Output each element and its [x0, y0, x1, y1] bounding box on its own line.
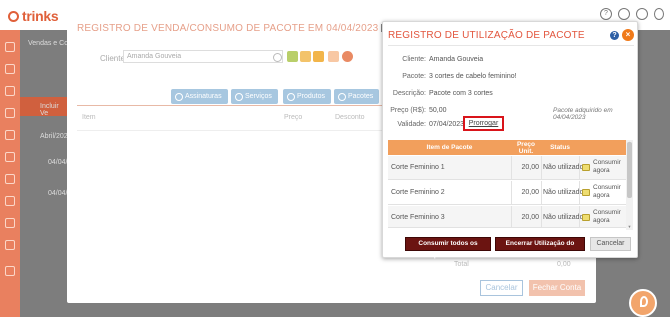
header-status: Status: [550, 144, 570, 151]
sidebar-cash-icon[interactable]: [5, 152, 15, 162]
column-discount: Desconto: [335, 114, 365, 121]
row-status: Não utilizado: [543, 214, 584, 221]
row-item: Corte Feminino 3: [391, 214, 445, 221]
sale-modal-title-text: REGISTRO DE VENDA/CONSUMO DE PACOTE EM 0…: [77, 23, 379, 34]
column-price: Preço: [284, 114, 303, 121]
validity-value: 07/04/2023: [429, 121, 465, 128]
brand-logo[interactable]: trinks: [8, 8, 59, 24]
sidebar-settings-icon[interactable]: [5, 174, 15, 184]
tab-divider: [77, 105, 397, 106]
sidebar-clients-icon[interactable]: [5, 86, 15, 96]
help-icon[interactable]: ?: [610, 31, 619, 40]
sidebar-team-icon[interactable]: [5, 218, 15, 228]
header-unit-price: Preço Unit.: [511, 140, 541, 155]
sidebar-calendar-icon[interactable]: [5, 64, 15, 74]
table-row: Corte Feminino 3 20,00 Não utilizado Con…: [388, 206, 628, 228]
package-items-header: Item de Pacote Preço Unit. Status: [388, 140, 628, 155]
close-icon[interactable]: ×: [622, 29, 634, 41]
logo-icon: [8, 11, 19, 22]
price-label: Preço (R$):: [390, 107, 426, 114]
tab-services[interactable]: Serviços: [231, 89, 278, 104]
help-chat-button[interactable]: [629, 289, 657, 317]
tab-packages[interactable]: Pacotes: [334, 89, 380, 104]
cancel-button[interactable]: Cancelar: [590, 237, 631, 251]
scrollbar-thumb[interactable]: [627, 142, 632, 198]
end-package-usage-button[interactable]: Encerrar Utilização do Pacote: [495, 237, 585, 259]
row-status: Não utilizado: [543, 189, 584, 196]
star-icon[interactable]: [313, 51, 324, 62]
clock-icon[interactable]: [618, 8, 630, 20]
scroll-down-icon[interactable]: ▼: [627, 225, 632, 229]
table-row: Corte Feminino 2 20,00 Não utilizado Con…: [388, 181, 628, 205]
description-value: Pacote com 3 cortes: [429, 90, 493, 97]
consume-now-link[interactable]: Consumir agora: [579, 209, 627, 227]
total-value: 0,00: [557, 261, 571, 268]
search-icon[interactable]: [273, 53, 282, 62]
list-date: 04/04/: [48, 159, 68, 166]
sidebar: [0, 30, 20, 317]
consume-now-link[interactable]: Consumir agora: [579, 184, 627, 202]
description-label: Descrição:: [392, 90, 426, 97]
extend-validity-button[interactable]: Prorrogar: [463, 116, 504, 131]
page-title: Vendas e Co: [28, 40, 69, 47]
row-price: 20,00: [521, 189, 539, 196]
sidebar-reports-icon[interactable]: [5, 196, 15, 206]
client-value: Amanda Gouveia: [429, 56, 484, 63]
package-usage-modal: REGISTRO DE UTILIZAÇÃO DE PACOTE ? × Cli…: [382, 21, 638, 259]
sidebar-chat-icon[interactable]: [5, 130, 15, 140]
user-menu-icon[interactable]: [654, 8, 664, 20]
include-sale-label: Incluir Ve: [40, 103, 59, 117]
brand-name: trinks: [22, 8, 59, 24]
package-modal-title: REGISTRO DE UTILIZAÇÃO DE PACOTE: [388, 30, 585, 41]
total-label: Total: [454, 261, 469, 268]
play-icon[interactable]: [636, 8, 648, 20]
table-row: Corte Feminino 1 20,00 Não utilizado Con…: [388, 156, 628, 180]
title-divider: [388, 45, 634, 46]
close-sale-button[interactable]: Fechar Conta: [529, 280, 585, 296]
cancel-sale-button[interactable]: Cancelar: [480, 280, 523, 296]
gift-icon[interactable]: [328, 51, 339, 62]
validity-label: Validade:: [397, 121, 426, 128]
package-value: 3 cortes de cabelo feminino!: [429, 73, 517, 80]
row-status: Não utilizado: [543, 164, 584, 171]
tab-subscriptions[interactable]: Assinaturas: [171, 89, 228, 104]
column-divider: [541, 206, 542, 227]
column-divider: [541, 156, 542, 179]
header-unit-price-line1: Preço: [516, 141, 536, 148]
promo-icon[interactable]: [342, 51, 353, 62]
list-date: 04/04/: [48, 190, 68, 197]
header-item: Item de Pacote: [426, 144, 473, 151]
price-value: 50,00: [429, 107, 447, 114]
header-unit-price-line2: Unit.: [518, 148, 534, 155]
sidebar-expand-icon[interactable]: [5, 266, 15, 276]
column-item: Item: [82, 114, 96, 121]
client-label: Cliente:: [402, 56, 426, 63]
tab-products[interactable]: Produtos: [283, 89, 332, 104]
sidebar-store-icon[interactable]: [5, 240, 15, 250]
add-client-icon[interactable]: [287, 51, 298, 62]
table-divider: [77, 130, 397, 131]
client-field[interactable]: Amanda Gouveia: [123, 50, 283, 63]
row-price: 20,00: [521, 164, 539, 171]
sidebar-home-icon[interactable]: [5, 42, 15, 52]
consume-now-link[interactable]: Consumir agora: [579, 159, 627, 177]
edit-client-icon[interactable]: [300, 51, 311, 62]
help-icon[interactable]: ?: [600, 8, 612, 20]
package-label: Pacote:: [402, 73, 426, 80]
row-price: 20,00: [521, 214, 539, 221]
include-sale-button[interactable]: Incluir Ve: [20, 97, 68, 117]
sidebar-finance-icon[interactable]: [5, 108, 15, 118]
row-item: Corte Feminino 2: [391, 189, 445, 196]
column-divider: [541, 181, 542, 204]
sale-modal-title: REGISTRO DE VENDA/CONSUMO DE PACOTE EM 0…: [77, 23, 389, 34]
acquired-note: Pacote adquirido em 04/04/2023: [553, 107, 613, 121]
chat-icon: [640, 296, 648, 307]
row-item: Corte Feminino 1: [391, 164, 445, 171]
consume-all-button[interactable]: Consumir todos os produtos: [405, 237, 491, 259]
